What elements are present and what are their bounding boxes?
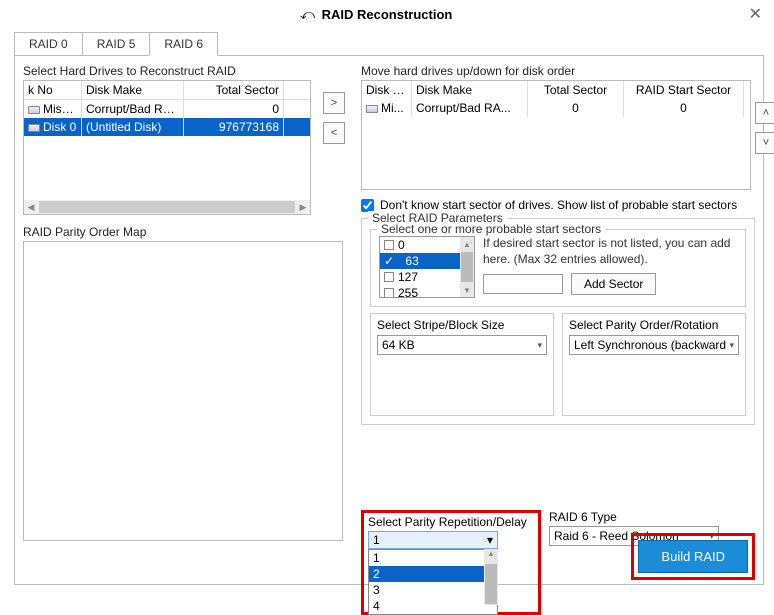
add-sector-button[interactable]: Add Sector (571, 273, 656, 295)
parity-map-label: RAID Parity Order Map (23, 225, 331, 239)
cell: 0 (624, 99, 744, 117)
move-right-button[interactable]: > (323, 92, 345, 114)
dont-know-start-checkbox[interactable] (361, 199, 374, 212)
stripe-label: Select Stripe/Block Size (377, 318, 547, 332)
drive-icon (366, 105, 378, 113)
col-diskno[interactable]: k No (24, 81, 82, 99)
back-icon[interactable]: ⤺ (300, 6, 315, 23)
drive-icon (28, 124, 40, 132)
cell: Missing... (43, 102, 82, 116)
move-left-button[interactable]: < (323, 122, 345, 144)
rotation-box: Select Parity Order/Rotation Left Synchr… (562, 313, 746, 416)
cell: Disk 0 (43, 120, 76, 134)
cell: 0 (184, 100, 284, 118)
tab-raid0[interactable]: RAID 0 (14, 32, 83, 56)
order-drive-table: Disk No Disk Make Total Sector RAID Star… (361, 80, 751, 190)
cell: Mi... (381, 101, 404, 115)
stripe-box: Select Stripe/Block Size 64 KB ▾ (370, 313, 554, 416)
col-startsector[interactable]: RAID Start Sector (624, 81, 744, 99)
cell: Corrupt/Bad RA... (412, 99, 528, 117)
chevron-down-icon: ▾ (729, 340, 734, 351)
cell: 0 (528, 99, 624, 117)
cell: Corrupt/Bad RA... (82, 100, 184, 118)
chevron-down-icon: ▾ (487, 533, 493, 547)
cell: (Untitled Disk) (82, 118, 184, 136)
col-diskmake[interactable]: Disk Make (82, 81, 184, 99)
raid6-type-label: RAID 6 Type (549, 510, 755, 524)
rotation-label: Select Parity Order/Rotation (569, 318, 739, 332)
sector-value: 0 (398, 238, 405, 252)
table-row[interactable]: Mi... Corrupt/Bad RA... 0 0 (362, 99, 750, 117)
chevron-down-icon: ▾ (537, 340, 542, 351)
sector-hint: If desired start sector is not listed, y… (483, 236, 737, 267)
scroll-right-icon[interactable]: ▶ (296, 200, 310, 214)
sector-value: 255 (398, 286, 418, 298)
add-sector-input[interactable] (483, 274, 563, 294)
parity-rep-dropdown[interactable]: 1 2 3 4 (368, 549, 498, 615)
table-row[interactable]: Disk 0 (Untitled Disk) 976773168 (24, 118, 310, 136)
parity-map (23, 241, 343, 541)
parity-rep-label: Select Parity Repetition/Delay (368, 515, 534, 529)
order-label: Move hard drives up/down for disk order (361, 64, 755, 78)
parity-rep-value: 1 (373, 533, 380, 547)
col-diskmake[interactable]: Disk Make (412, 81, 528, 99)
start-sector-list[interactable]: 0 ✓ 63 127 255 ▲▼ (379, 236, 475, 298)
list-item[interactable]: 4 (369, 598, 497, 614)
scroll-left-icon[interactable]: ◀ (24, 200, 38, 214)
rotation-select[interactable]: Left Synchronous (backward ▾ (569, 335, 739, 355)
sector-value: 63 (405, 254, 418, 268)
vertical-scrollbar[interactable]: ▲▼ (460, 237, 474, 297)
tab-raid6[interactable]: RAID 6 (149, 32, 218, 56)
list-item[interactable]: 2 (369, 566, 497, 582)
cell: 976773168 (184, 118, 284, 136)
col-totalsector[interactable]: Total Sector (528, 81, 624, 99)
close-icon[interactable]: ✕ (749, 4, 762, 24)
move-up-button[interactable]: ˄ (755, 102, 774, 124)
rotation-value: Left Synchronous (backward (574, 338, 726, 352)
list-item[interactable]: 1 (369, 550, 497, 566)
drive-icon (28, 106, 40, 114)
tab-raid5[interactable]: RAID 5 (82, 32, 151, 56)
stripe-value: 64 KB (382, 338, 415, 352)
col-diskno[interactable]: Disk No (362, 81, 412, 99)
source-drive-table: k No Disk Make Total Sector Missing... C… (23, 80, 311, 215)
horizontal-scrollbar[interactable]: ◀ ▶ (24, 200, 310, 214)
sectors-legend: Select one or more probable start sector… (377, 222, 605, 236)
move-down-button[interactable]: ˅ (755, 132, 774, 154)
vertical-scrollbar[interactable]: ▲ (484, 549, 498, 605)
sector-value: 127 (398, 270, 418, 284)
build-raid-button[interactable]: Build RAID (638, 540, 748, 573)
stripe-select[interactable]: 64 KB ▾ (377, 335, 547, 355)
window-title: RAID Reconstruction (322, 7, 453, 22)
scroll-thumb[interactable] (39, 201, 295, 213)
col-totalsector[interactable]: Total Sector (184, 81, 284, 99)
dont-know-label: Don't know start sector of drives. Show … (380, 198, 737, 212)
select-drives-label: Select Hard Drives to Reconstruct RAID (23, 64, 331, 78)
table-row[interactable]: Missing... Corrupt/Bad RA... 0 (24, 100, 310, 118)
parity-repetition-box: Select Parity Repetition/Delay 1 ▾ 1 2 3… (361, 510, 541, 615)
list-item[interactable]: 3 (369, 582, 497, 598)
tab-bar: RAID 0 RAID 5 RAID 6 (14, 32, 774, 56)
parity-rep-select[interactable]: 1 ▾ (368, 531, 498, 549)
